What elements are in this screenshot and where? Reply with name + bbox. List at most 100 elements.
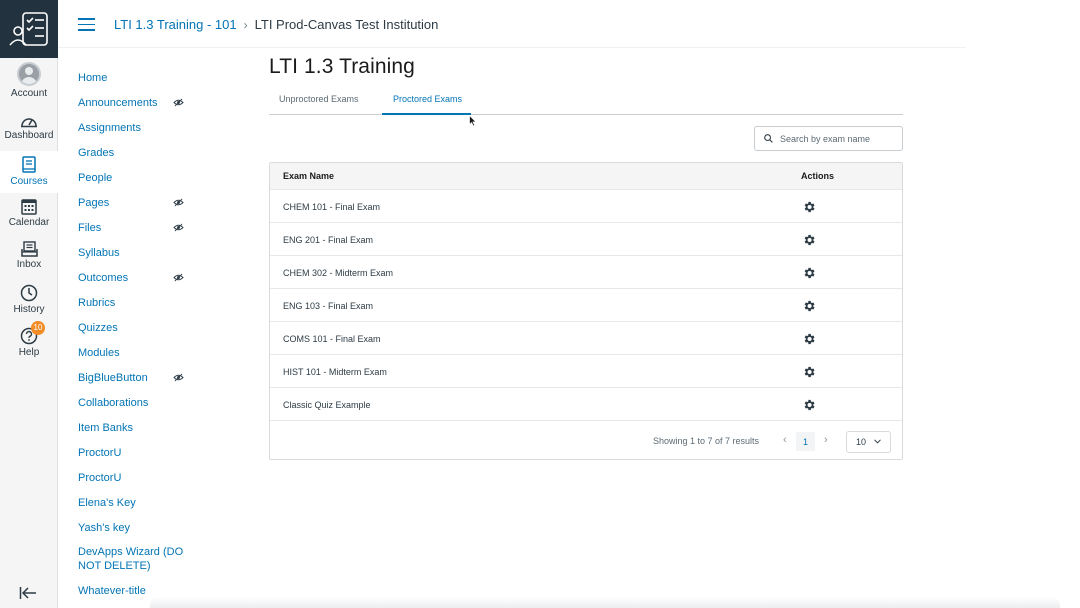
- collapse-left-icon: [19, 587, 36, 599]
- course-nav-bigbluebutton[interactable]: BigBlueButton: [78, 371, 203, 385]
- table-header: Exam Name Actions: [270, 163, 902, 190]
- collapse-nav-button[interactable]: [19, 586, 37, 605]
- exam-settings-button[interactable]: [801, 364, 816, 379]
- global-nav-label: Calendar: [8, 217, 50, 228]
- exam-settings-button[interactable]: [801, 298, 816, 313]
- hidden-eye-icon: [173, 98, 184, 107]
- table-row: COMS 101 - Final Exam: [270, 322, 902, 355]
- course-nav-rubrics[interactable]: Rubrics: [78, 296, 203, 310]
- course-nav-label: BigBlueButton: [78, 372, 148, 384]
- exam-settings-button[interactable]: [801, 265, 816, 280]
- course-nav-item-banks[interactable]: Item Banks: [78, 421, 203, 435]
- global-nav-history[interactable]: History: [0, 284, 58, 318]
- course-nav-pages[interactable]: Pages: [78, 196, 203, 210]
- page-title: LTI 1.3 Training: [269, 55, 415, 78]
- logo-icon: [9, 12, 48, 46]
- hamburger-icon-line: [78, 23, 95, 25]
- course-nav-modules[interactable]: Modules: [78, 346, 203, 360]
- exam-settings-button[interactable]: [801, 232, 816, 247]
- exam-name-cell: ENG 103 - Final Exam: [283, 301, 374, 311]
- column-header-exam-name: Exam Name: [283, 171, 335, 181]
- exams-table: Exam Name Actions CHEM 101 - Final Exam …: [269, 162, 903, 460]
- tab-unproctored-exams[interactable]: Unproctored Exams: [279, 94, 359, 104]
- breadcrumb-separator-icon: ›: [243, 17, 248, 32]
- hidden-eye-icon: [173, 223, 184, 232]
- course-nav-grades[interactable]: Grades: [78, 146, 203, 160]
- course-nav-proctoru[interactable]: ProctorU: [78, 471, 203, 485]
- global-nav-inbox[interactable]: Inbox: [0, 241, 58, 275]
- tab-proctored-exams[interactable]: Proctored Exams: [393, 94, 462, 104]
- course-nav-collaborations[interactable]: Collaborations: [78, 396, 203, 410]
- course-nav-syllabus[interactable]: Syllabus: [78, 246, 203, 260]
- course-nav-elenas-key[interactable]: Elena's Key: [78, 496, 203, 510]
- course-nav-devapps-wizard[interactable]: DevApps Wizard (DO NOT DELETE): [78, 545, 203, 573]
- page-number-button[interactable]: 1: [796, 432, 815, 451]
- hidden-eye-icon: [173, 273, 184, 282]
- header-divider: [58, 47, 966, 48]
- exam-settings-button[interactable]: [801, 199, 816, 214]
- canvas-logo[interactable]: [0, 0, 58, 58]
- hidden-eye-icon: [173, 198, 184, 207]
- course-nav-label: Announcements: [78, 97, 158, 109]
- exam-settings-button[interactable]: [801, 331, 816, 346]
- table-row: HIST 101 - Midterm Exam: [270, 355, 902, 388]
- exam-tabs: Unproctored Exams Proctored Exams: [269, 86, 903, 115]
- exam-name-cell: CHEM 302 - Midterm Exam: [283, 268, 394, 278]
- course-nav-home[interactable]: Home: [78, 71, 203, 85]
- active-tab-indicator: [382, 113, 471, 115]
- breadcrumb-course-link[interactable]: LTI 1.3 Training - 101: [114, 17, 237, 32]
- gear-icon: [804, 300, 815, 311]
- breadcrumb: LTI 1.3 Training - 101 › LTI Prod-Canvas…: [114, 17, 438, 32]
- breadcrumb-current: LTI Prod-Canvas Test Institution: [254, 17, 439, 32]
- courses-icon: [22, 156, 36, 173]
- course-nav-yashs-key[interactable]: Yash's key: [78, 521, 203, 535]
- global-nav: Account Dashboard Courses Calendar Inbox…: [0, 0, 58, 608]
- dashboard-icon: [21, 118, 37, 128]
- exam-settings-button[interactable]: [801, 397, 816, 412]
- course-nav-assignments[interactable]: Assignments: [78, 121, 203, 135]
- page-size-select[interactable]: 10: [846, 431, 891, 453]
- course-nav-people[interactable]: People: [78, 171, 203, 185]
- global-nav-label: Inbox: [16, 259, 42, 270]
- table-row: ENG 201 - Final Exam: [270, 223, 902, 256]
- global-nav-label: Dashboard: [4, 130, 54, 141]
- global-nav-courses[interactable]: Courses: [0, 151, 58, 193]
- exam-name-cell: CHEM 101 - Final Exam: [283, 202, 381, 212]
- course-nav-files[interactable]: Files: [78, 221, 203, 235]
- course-nav-quizzes[interactable]: Quizzes: [78, 321, 203, 335]
- course-nav-proctoru[interactable]: ProctorU: [78, 446, 203, 460]
- next-page-button[interactable]: ›: [824, 434, 828, 446]
- bottom-overlay: [150, 597, 1060, 608]
- global-nav-label: History: [13, 304, 45, 315]
- global-nav-label: Account: [10, 88, 48, 99]
- course-nav-whatever-title[interactable]: Whatever-title: [78, 584, 203, 598]
- search-icon: [764, 134, 773, 143]
- table-row: ENG 103 - Final Exam: [270, 289, 902, 322]
- course-menu-toggle[interactable]: [78, 18, 95, 31]
- search-input[interactable]: [780, 133, 898, 144]
- exam-name-cell: COMS 101 - Final Exam: [283, 334, 381, 344]
- course-nav-announcements[interactable]: Announcements: [78, 96, 203, 110]
- hidden-eye-icon: [173, 373, 184, 382]
- gear-icon: [804, 333, 815, 344]
- global-nav-calendar[interactable]: Calendar: [0, 198, 58, 232]
- gear-icon: [804, 201, 815, 212]
- mouse-cursor-icon: [469, 115, 477, 127]
- global-nav-account[interactable]: Account: [0, 62, 58, 102]
- previous-page-button[interactable]: ‹: [783, 434, 787, 446]
- table-row: CHEM 101 - Final Exam: [270, 190, 902, 223]
- global-nav-dashboard[interactable]: Dashboard: [0, 114, 58, 148]
- table-row: CHEM 302 - Midterm Exam: [270, 256, 902, 289]
- help-notification-badge: 10: [31, 321, 45, 335]
- results-count: Showing 1 to 7 of 7 results: [653, 436, 760, 446]
- calendar-icon: [21, 199, 37, 215]
- exam-name-cell: ENG 201 - Final Exam: [283, 235, 374, 245]
- gear-icon: [804, 366, 815, 377]
- course-nav-label: Files: [78, 222, 102, 234]
- search-box[interactable]: [754, 126, 903, 151]
- exam-name-cell: HIST 101 - Midterm Exam: [283, 367, 387, 377]
- course-nav-outcomes[interactable]: Outcomes: [78, 271, 203, 285]
- course-nav-label: Pages: [78, 197, 110, 209]
- gear-icon: [804, 234, 815, 245]
- global-nav-help[interactable]: 10 Help: [0, 321, 58, 361]
